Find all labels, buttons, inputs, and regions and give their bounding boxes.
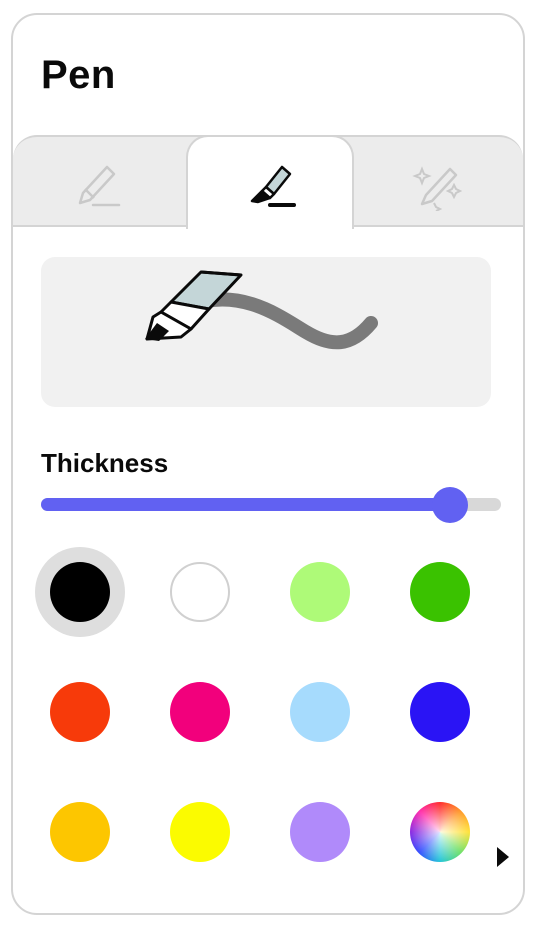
color-swatch[interactable] — [290, 682, 350, 742]
thickness-label: Thickness — [41, 448, 169, 478]
slider-thumb[interactable] — [432, 487, 468, 523]
highlighter-icon — [250, 165, 296, 207]
color-swatch[interactable] — [170, 802, 230, 862]
color-swatch[interactable] — [50, 562, 110, 622]
preview-stroke — [184, 292, 378, 350]
color-swatch[interactable] — [50, 682, 110, 742]
color-swatch[interactable] — [290, 562, 350, 622]
tab-highlighter[interactable] — [186, 135, 354, 229]
color-swatch[interactable] — [290, 802, 350, 862]
color-swatch[interactable] — [170, 682, 230, 742]
color-swatch[interactable] — [410, 682, 470, 742]
color-swatch[interactable] — [170, 562, 230, 622]
tab-magic-pen[interactable] — [354, 135, 522, 227]
preview-illustration — [145, 270, 378, 350]
color-swatch[interactable] — [50, 802, 110, 862]
color-swatch[interactable] — [410, 562, 470, 622]
stroke-preview — [41, 257, 491, 407]
color-wheel-icon[interactable] — [410, 802, 470, 862]
magic-wand-icon — [412, 166, 463, 211]
pen-icon — [78, 165, 121, 207]
pen-panel: Pen Thickness — [11, 13, 525, 915]
slider-fill — [41, 498, 450, 511]
panel-title: Pen — [41, 53, 116, 97]
thickness-slider[interactable] — [41, 487, 501, 523]
tab-pen[interactable] — [13, 135, 181, 227]
more-colors-arrow-icon[interactable] — [497, 847, 509, 867]
